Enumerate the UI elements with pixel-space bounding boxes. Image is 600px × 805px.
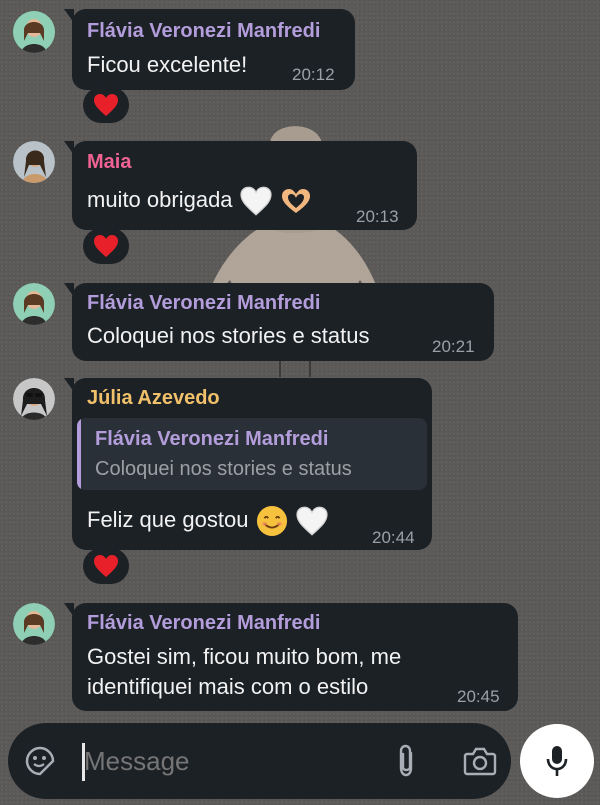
heart-icon bbox=[94, 235, 118, 257]
message-composer bbox=[8, 723, 511, 799]
message-text: muito obrigada bbox=[87, 186, 313, 216]
message-bubble[interactable]: Flávia Veronezi Manfredi Ficou excelente… bbox=[64, 9, 355, 90]
mic-button[interactable] bbox=[520, 724, 594, 798]
reaction-heart[interactable] bbox=[83, 87, 129, 123]
sticker-icon[interactable] bbox=[22, 743, 58, 779]
message-time: 20:13 bbox=[356, 207, 399, 226]
attach-icon[interactable] bbox=[388, 743, 424, 779]
message-text: Feliz que gostou bbox=[87, 505, 329, 537]
camera-icon[interactable] bbox=[460, 743, 500, 779]
message-time: 20:44 bbox=[372, 528, 415, 547]
message-text-line-2: identifiquei mais com o estilo bbox=[87, 674, 369, 699]
heart-hands-emoji-icon bbox=[281, 189, 310, 213]
sender-name: Júlia Azevedo bbox=[87, 387, 220, 409]
avatar[interactable] bbox=[13, 11, 55, 53]
smiling-face-emoji-icon bbox=[256, 505, 287, 537]
message-bubble[interactable]: Flávia Veronezi Manfredi Coloquei nos st… bbox=[64, 283, 494, 361]
sender-name: Flávia Veronezi Manfredi bbox=[87, 292, 321, 314]
heart-icon bbox=[94, 94, 118, 116]
sender-name: Flávia Veronezi Manfredi bbox=[87, 20, 321, 42]
message-text: Coloquei nos stories e status bbox=[87, 323, 370, 348]
message-time: 20:21 bbox=[432, 337, 475, 356]
message-time: 20:45 bbox=[457, 687, 500, 706]
message-time: 20:12 bbox=[292, 65, 335, 84]
white-heart-emoji-icon bbox=[296, 506, 328, 536]
avatar[interactable] bbox=[13, 378, 55, 420]
avatar[interactable] bbox=[13, 141, 55, 183]
reply-quote[interactable]: Flávia Veronezi Manfredi Coloquei nos st… bbox=[77, 418, 427, 490]
avatar[interactable] bbox=[13, 603, 55, 645]
reaction-heart[interactable] bbox=[83, 548, 129, 584]
message-bubble[interactable]: Júlia Azevedo Flávia Veronezi Manfredi C… bbox=[64, 378, 432, 550]
message-bubble[interactable]: Flávia Veronezi Manfredi Gostei sim, fic… bbox=[64, 603, 518, 711]
message-text: Ficou excelente! bbox=[87, 52, 248, 77]
sender-name: Flávia Veronezi Manfredi bbox=[87, 612, 321, 634]
message-text-line-1: Gostei sim, ficou muito bom, me bbox=[87, 644, 402, 669]
message-bubble[interactable]: Maia muito obrigada 20:13 bbox=[64, 141, 417, 230]
white-heart-emoji-icon bbox=[240, 186, 272, 216]
heart-icon bbox=[94, 555, 118, 577]
chat-thread: Flávia Veronezi Manfredi Ficou excelente… bbox=[0, 0, 600, 720]
reply-accent-bar bbox=[77, 418, 81, 490]
message-input[interactable] bbox=[78, 741, 384, 781]
mic-icon bbox=[546, 746, 568, 776]
reaction-heart[interactable] bbox=[83, 228, 129, 264]
sender-name: Maia bbox=[87, 151, 132, 173]
avatar[interactable] bbox=[13, 283, 55, 325]
reply-text: Coloquei nos stories e status bbox=[95, 458, 352, 480]
reply-sender-name: Flávia Veronezi Manfredi bbox=[95, 428, 329, 450]
